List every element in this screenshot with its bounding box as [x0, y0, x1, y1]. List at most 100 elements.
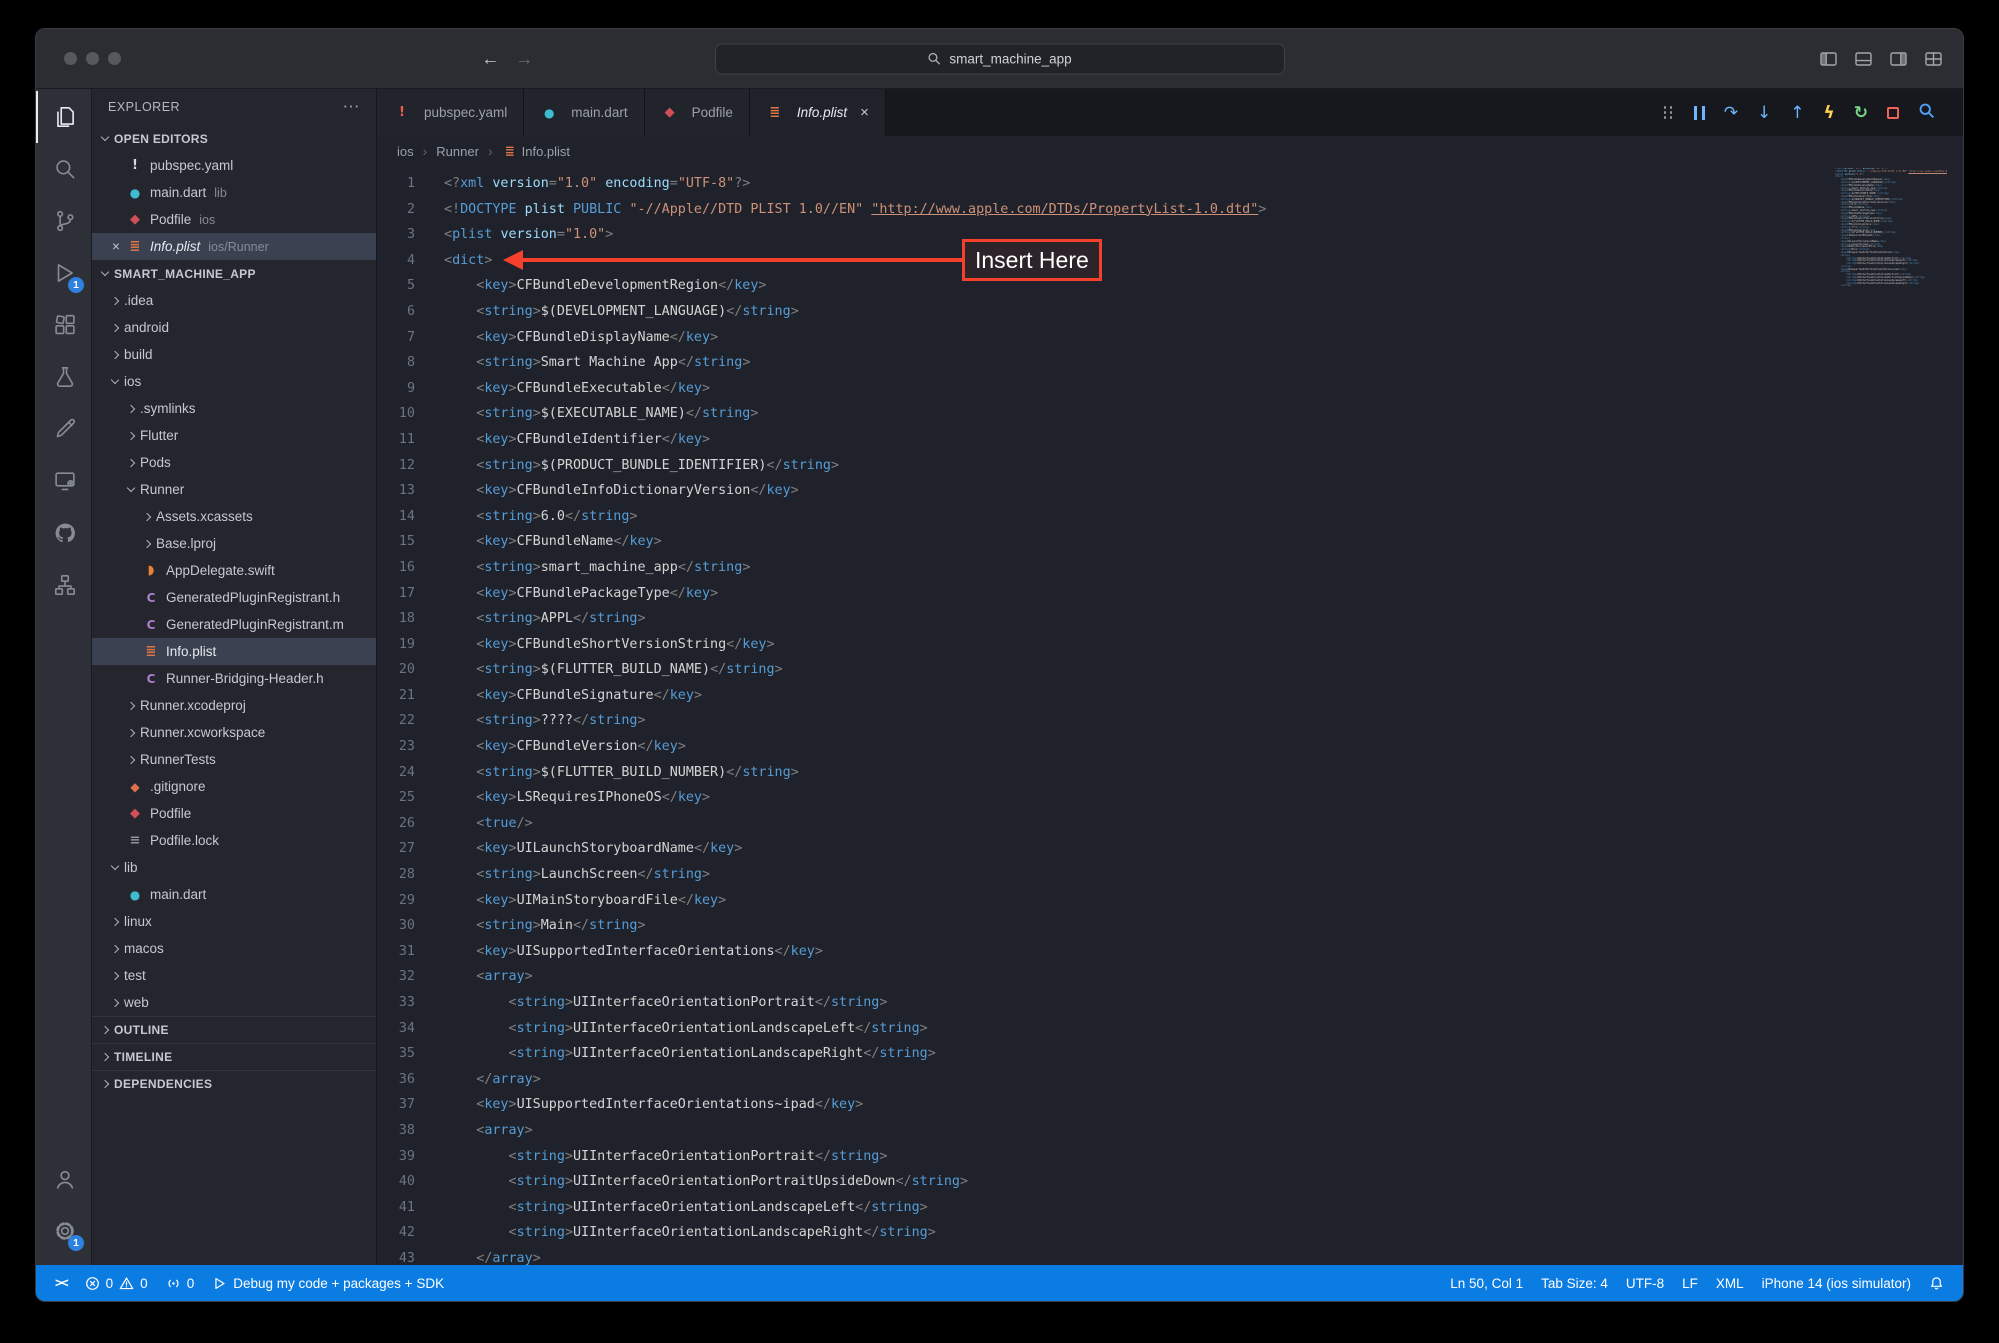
tree-folder-web[interactable]: web — [92, 989, 376, 1016]
activitybar-accounts[interactable] — [36, 1153, 91, 1205]
minimap[interactable]: <?xml version="1.0" encoding="UTF-8"?><!… — [1835, 168, 1947, 318]
activitybar-hierarchy[interactable] — [36, 559, 91, 611]
more-actions-icon[interactable]: ⋯ — [343, 97, 361, 117]
code-line[interactable]: <key>UIMainStoryboardFile</key> — [444, 888, 1963, 914]
stop-icon[interactable] — [1887, 107, 1899, 119]
tree-folder-Runner[interactable]: Runner — [92, 476, 376, 503]
activitybar-remote-explorer[interactable] — [36, 455, 91, 507]
timeline-section-header[interactable]: TIMELINE — [92, 1043, 376, 1070]
outline-section-header[interactable]: OUTLINE — [92, 1016, 376, 1043]
activitybar-extensions[interactable] — [36, 299, 91, 351]
tab-Podfile[interactable]: Podfile — [645, 89, 750, 136]
hot-restart-icon[interactable]: ↻ — [1854, 103, 1868, 123]
code-line[interactable]: <dict> — [444, 248, 1963, 274]
open-editor-Info.plist[interactable]: ×Info.plistios/Runner — [92, 233, 376, 260]
open-editor-Podfile[interactable]: Podfileios — [92, 206, 376, 233]
code-line[interactable]: <key>CFBundleShortVersionString</key> — [444, 632, 1963, 658]
tree-file-Podfile[interactable]: Podfile — [92, 800, 376, 827]
code-line[interactable]: <string>UIInterfaceOrientationPortrait</… — [444, 990, 1963, 1016]
code-line[interactable]: <string>LaunchScreen</string> — [444, 862, 1963, 888]
breadcrumb-item-Info.plist[interactable]: Info.plist — [502, 144, 570, 159]
pause-icon[interactable] — [1694, 106, 1705, 120]
tree-folder-RunnerTests[interactable]: RunnerTests — [92, 746, 376, 773]
zoom-window-button[interactable] — [108, 52, 121, 65]
code-line[interactable]: <array> — [444, 964, 1963, 990]
code-line[interactable]: <array> — [444, 1118, 1963, 1144]
tree-file-main.dart[interactable]: main.dart — [92, 881, 376, 908]
dependencies-section-header[interactable]: DEPENDENCIES — [92, 1070, 376, 1097]
code-line[interactable]: <string>$(FLUTTER_BUILD_NAME)</string> — [444, 657, 1963, 683]
code-line[interactable]: <key>CFBundleExecutable</key> — [444, 376, 1963, 402]
tree-folder-Pods[interactable]: Pods — [92, 449, 376, 476]
command-center-search[interactable]: smart_machine_app — [715, 43, 1285, 74]
code-line[interactable]: </array> — [1835, 285, 1947, 288]
toggle-secondary-sidebar-icon[interactable] — [1889, 50, 1908, 68]
tree-file-AppDelegate.swift[interactable]: AppDelegate.swift — [92, 557, 376, 584]
code-line[interactable]: <string>Main</string> — [444, 913, 1963, 939]
code-line[interactable]: <string>????</string> — [444, 708, 1963, 734]
tree-file-Info.plist[interactable]: Info.plist — [92, 638, 376, 665]
code-line[interactable]: <string>UIInterfaceOrientationLandscapeL… — [444, 1016, 1963, 1042]
code-line[interactable]: <?xml version="1.0" encoding="UTF-8"?> — [444, 171, 1963, 197]
activitybar-testing[interactable] — [36, 351, 91, 403]
code-line[interactable]: <true/> — [444, 811, 1963, 837]
code-line[interactable]: <string>6.0</string> — [444, 504, 1963, 530]
activitybar-source-control[interactable] — [36, 195, 91, 247]
code-line[interactable]: <key>CFBundleSignature</key> — [444, 683, 1963, 709]
code-line[interactable]: <key>CFBundlePackageType</key> — [444, 581, 1963, 607]
code-line[interactable]: <key>UISupportedInterfaceOrientations</k… — [444, 939, 1963, 965]
step-into-icon[interactable]: ↓ — [1757, 103, 1771, 123]
step-over-icon[interactable]: ↷ — [1724, 103, 1738, 123]
tree-folder-build[interactable]: build — [92, 341, 376, 368]
tree-file-Podfile.lock[interactable]: Podfile.lock — [92, 827, 376, 854]
code-line[interactable]: <string>$(FLUTTER_BUILD_NUMBER)</string> — [444, 760, 1963, 786]
tree-folder-android[interactable]: android — [92, 314, 376, 341]
workspace-section-header[interactable]: SMART_MACHINE_APP — [92, 260, 376, 287]
code-line[interactable]: <string>$(PRODUCT_BUNDLE_IDENTIFIER)</st… — [444, 453, 1963, 479]
code-line[interactable]: <key>UILaunchStoryboardName</key> — [444, 836, 1963, 862]
toggle-sidebar-icon[interactable] — [1819, 50, 1838, 68]
tree-folder-macos[interactable]: macos — [92, 935, 376, 962]
remote-indicator[interactable]: >< — [46, 1265, 76, 1301]
tree-file-.gitignore[interactable]: .gitignore — [92, 773, 376, 800]
tree-folder-Flutter[interactable]: Flutter — [92, 422, 376, 449]
indentation-indicator[interactable]: Tab Size: 4 — [1532, 1265, 1617, 1301]
tree-folder-ios[interactable]: ios — [92, 368, 376, 395]
tree-folder-Base.lproj[interactable]: Base.lproj — [92, 530, 376, 557]
code-line[interactable]: <string>$(DEVELOPMENT_LANGUAGE)</string> — [444, 299, 1963, 325]
tree-folder-Runner.xcworkspace[interactable]: Runner.xcworkspace — [92, 719, 376, 746]
customize-layout-icon[interactable] — [1924, 50, 1943, 68]
code-line[interactable]: <plist version="1.0"> — [444, 222, 1963, 248]
code-line[interactable]: <key>CFBundleName</key> — [444, 529, 1963, 555]
code-content[interactable]: <?xml version="1.0" encoding="UTF-8"?><!… — [444, 171, 1963, 1265]
toolbar-drag-handle-icon[interactable] — [1662, 105, 1675, 120]
tab-pubspec.yaml[interactable]: pubspec.yaml — [377, 89, 524, 136]
toggle-panel-icon[interactable] — [1854, 50, 1873, 68]
breadcrumb-item-Runner[interactable]: Runner — [436, 144, 479, 159]
tree-file-GeneratedPluginRegistrant.h[interactable]: GeneratedPluginRegistrant.h — [92, 584, 376, 611]
code-line[interactable]: <string>UIInterfaceOrientationLandscapeR… — [444, 1220, 1963, 1246]
debug-configuration[interactable]: Debug my code + packages + SDK — [203, 1265, 453, 1301]
minimize-window-button[interactable] — [86, 52, 99, 65]
tree-folder-Assets.xcassets[interactable]: Assets.xcassets — [92, 503, 376, 530]
tree-folder-.symlinks[interactable]: .symlinks — [92, 395, 376, 422]
activitybar-search[interactable] — [36, 143, 91, 195]
code-line[interactable]: <string>UIInterfaceOrientationPortraitUp… — [444, 1169, 1963, 1195]
ports-indicator[interactable]: 0 — [157, 1265, 204, 1301]
encoding-indicator[interactable]: UTF-8 — [1617, 1265, 1673, 1301]
activitybar-run-debug[interactable]: 1 — [36, 247, 91, 299]
close-window-button[interactable] — [64, 52, 77, 65]
code-line[interactable]: <key>UISupportedInterfaceOrientations~ip… — [444, 1092, 1963, 1118]
code-line[interactable]: <string>UIInterfaceOrientationLandscapeL… — [444, 1195, 1963, 1221]
breadcrumb-item-ios[interactable]: ios — [397, 144, 414, 159]
code-line[interactable]: <key>CFBundleDevelopmentRegion</key> — [444, 273, 1963, 299]
code-line[interactable]: <string>UIInterfaceOrientationLandscapeR… — [444, 1041, 1963, 1067]
code-line[interactable]: <string>APPL</string> — [444, 606, 1963, 632]
open-editors-section-header[interactable]: OPEN EDITORS — [92, 125, 376, 152]
code-line[interactable]: </array> — [444, 1067, 1963, 1093]
code-line[interactable]: <key>CFBundleIdentifier</key> — [444, 427, 1963, 453]
code-line[interactable]: <key>CFBundleInfoDictionaryVersion</key> — [444, 478, 1963, 504]
close-icon[interactable]: × — [860, 104, 869, 121]
code-line[interactable]: <string>UIInterfaceOrientationPortrait</… — [444, 1144, 1963, 1170]
tree-file-GeneratedPluginRegistrant.m[interactable]: GeneratedPluginRegistrant.m — [92, 611, 376, 638]
